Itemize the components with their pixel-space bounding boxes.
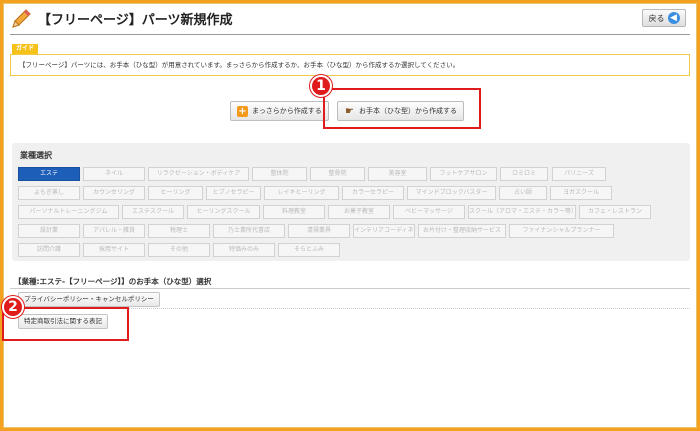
industry-chip[interactable]: カフェ・レストラン [579, 205, 651, 219]
industry-chip[interactable]: アパレル・雑貨 [83, 224, 145, 238]
industry-chip[interactable]: レイキヒーリング [264, 186, 339, 200]
back-button-label: 戻る [648, 13, 665, 23]
industry-chip[interactable]: ベビーマッサージ [393, 205, 465, 219]
industry-chip[interactable]: 清掃業界 [288, 224, 350, 238]
industry-chip[interactable]: マインドブロックバスター [407, 186, 496, 200]
annotation-box-1 [323, 88, 481, 129]
industry-chip[interactable]: パーソナルトレーニングジム [18, 205, 119, 219]
plus-icon: + [237, 105, 248, 117]
template-section-divider [10, 288, 690, 289]
industry-chip[interactable]: そらとふみ [278, 243, 340, 257]
industry-chip[interactable]: 美容室 [368, 167, 427, 181]
industry-chip[interactable]: 特価みのみ [213, 243, 275, 257]
industry-label: 業種選択 [20, 151, 52, 160]
industry-chip[interactable]: お菓子教室 [328, 205, 390, 219]
back-button[interactable]: 戻る ◀ [642, 9, 686, 27]
industry-panel: 業種選択 エステ ネイル リラクゼーション・ボディケア 整体院 整骨院 美容室 フットケアサ… [12, 143, 690, 261]
industry-chip[interactable]: カウンセリング [83, 186, 145, 200]
create-blank-label: まっさらから作成する [252, 107, 322, 115]
industry-chip[interactable]: その他 [148, 243, 210, 257]
industry-chip[interactable]: ヒーリングスクール [187, 205, 260, 219]
industry-chip[interactable]: エステ [18, 167, 80, 181]
industry-chip[interactable]: エステスクール [122, 205, 184, 219]
industry-chip[interactable]: 税理士 [148, 224, 210, 238]
industry-chip[interactable]: インテリアコーディネーター [353, 224, 415, 238]
industry-chip[interactable]: ネイル [83, 167, 145, 181]
create-blank-button[interactable]: + まっさらから作成する [230, 101, 329, 121]
guide-box: 【フリーページ】パーツには、お手本（ひな型）が用意されています。まっさらから作成… [10, 54, 690, 76]
annotation-badge-2: 2 [2, 296, 24, 318]
industry-chip[interactable]: 設計業 [18, 224, 80, 238]
industry-chip[interactable]: ヒーリング [148, 186, 203, 200]
annotation-badge-1: 1 [310, 75, 332, 97]
header-divider [10, 34, 690, 35]
industry-chip[interactable]: ロミロミ [500, 167, 548, 181]
industry-chip[interactable]: 整骨院 [310, 167, 365, 181]
page-title: 【フリーページ】パーツ新規作成 [38, 13, 233, 28]
industry-chip[interactable]: 乃士業所代書店 [213, 224, 285, 238]
industry-chip[interactable]: カラーセラピー [342, 186, 404, 200]
industry-chip[interactable]: 訪問介護 [18, 243, 80, 257]
industry-chip[interactable]: ファイナンシャルプランナー [509, 224, 614, 238]
template-section-title: 【業種:エステ-【フリーページ】】のお手本（ひな型）選択 [14, 277, 212, 286]
industry-chip[interactable]: リラクゼーション・ボディケア [148, 167, 249, 181]
industry-chip[interactable]: フットケアサロン [430, 167, 497, 181]
industry-chip[interactable]: よもぎ蒸し [18, 186, 80, 200]
template-privacy-button[interactable]: プライバシーポリシー・キャンセルポリシー [18, 292, 160, 307]
pencil-icon [12, 9, 31, 28]
industry-chip[interactable]: 整体院 [252, 167, 307, 181]
industry-chip[interactable]: ヨガスクール [550, 186, 612, 200]
industry-chip[interactable]: ヒプノセラピー [206, 186, 261, 200]
industry-chip[interactable]: お片付け・整理収納サービス [418, 224, 506, 238]
page-header: 【フリーページ】パーツ新規作成 戻る ◀ [8, 6, 688, 32]
industry-chip[interactable]: 占い師 [499, 186, 547, 200]
industry-chip[interactable]: スクール（アロマ・エステ・カラー等） [468, 205, 576, 219]
guide-tag: ガイド [12, 44, 39, 54]
industry-chip[interactable]: 料理教室 [263, 205, 325, 219]
industry-chip[interactable]: パリニーズ [552, 167, 606, 181]
arrow-left-icon: ◀ [667, 12, 680, 24]
industry-chip[interactable]: 採用サイト [83, 243, 145, 257]
